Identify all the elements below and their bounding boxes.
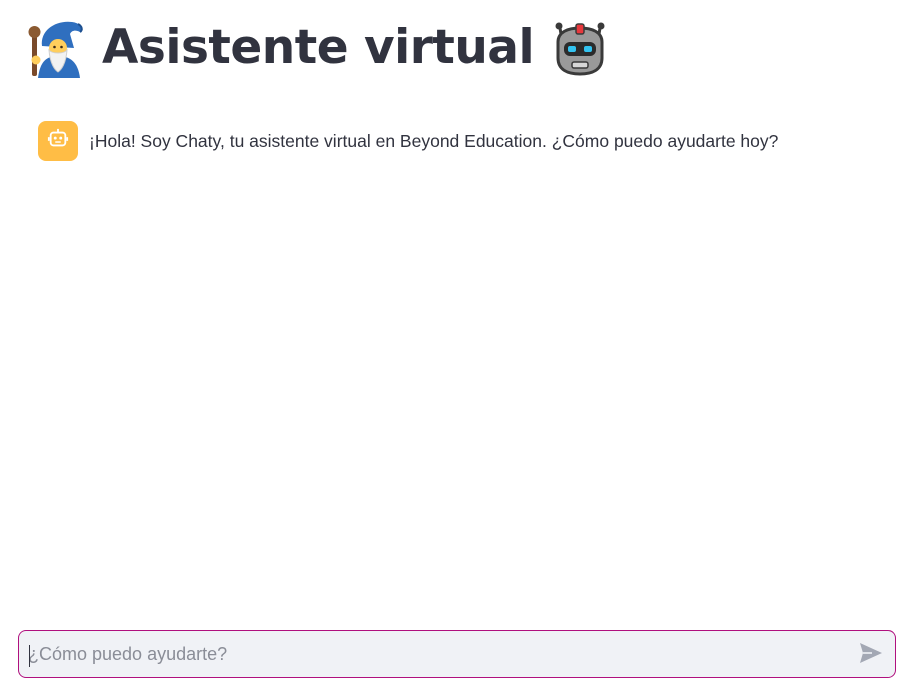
send-button[interactable] (857, 641, 885, 669)
message-text: ¡Hola! Soy Chaty, tu asistente virtual e… (89, 130, 779, 151)
assistant-avatar (38, 121, 78, 161)
send-icon (859, 642, 883, 669)
assistant-message: ¡Hola! Soy Chaty, tu asistente virtual e… (38, 121, 778, 161)
app-page: Asistente virtual ¡Hola! Soy Chaty, tu a… (0, 0, 917, 694)
chat-input-container (18, 630, 896, 678)
chat-input[interactable] (28, 631, 848, 677)
page-title: Asistente virtual (102, 20, 535, 75)
robot-icon (548, 16, 612, 80)
text-caret (29, 645, 30, 667)
mage-icon (22, 16, 86, 80)
robot-icon (47, 128, 69, 155)
page-header: Asistente virtual (22, 12, 612, 84)
